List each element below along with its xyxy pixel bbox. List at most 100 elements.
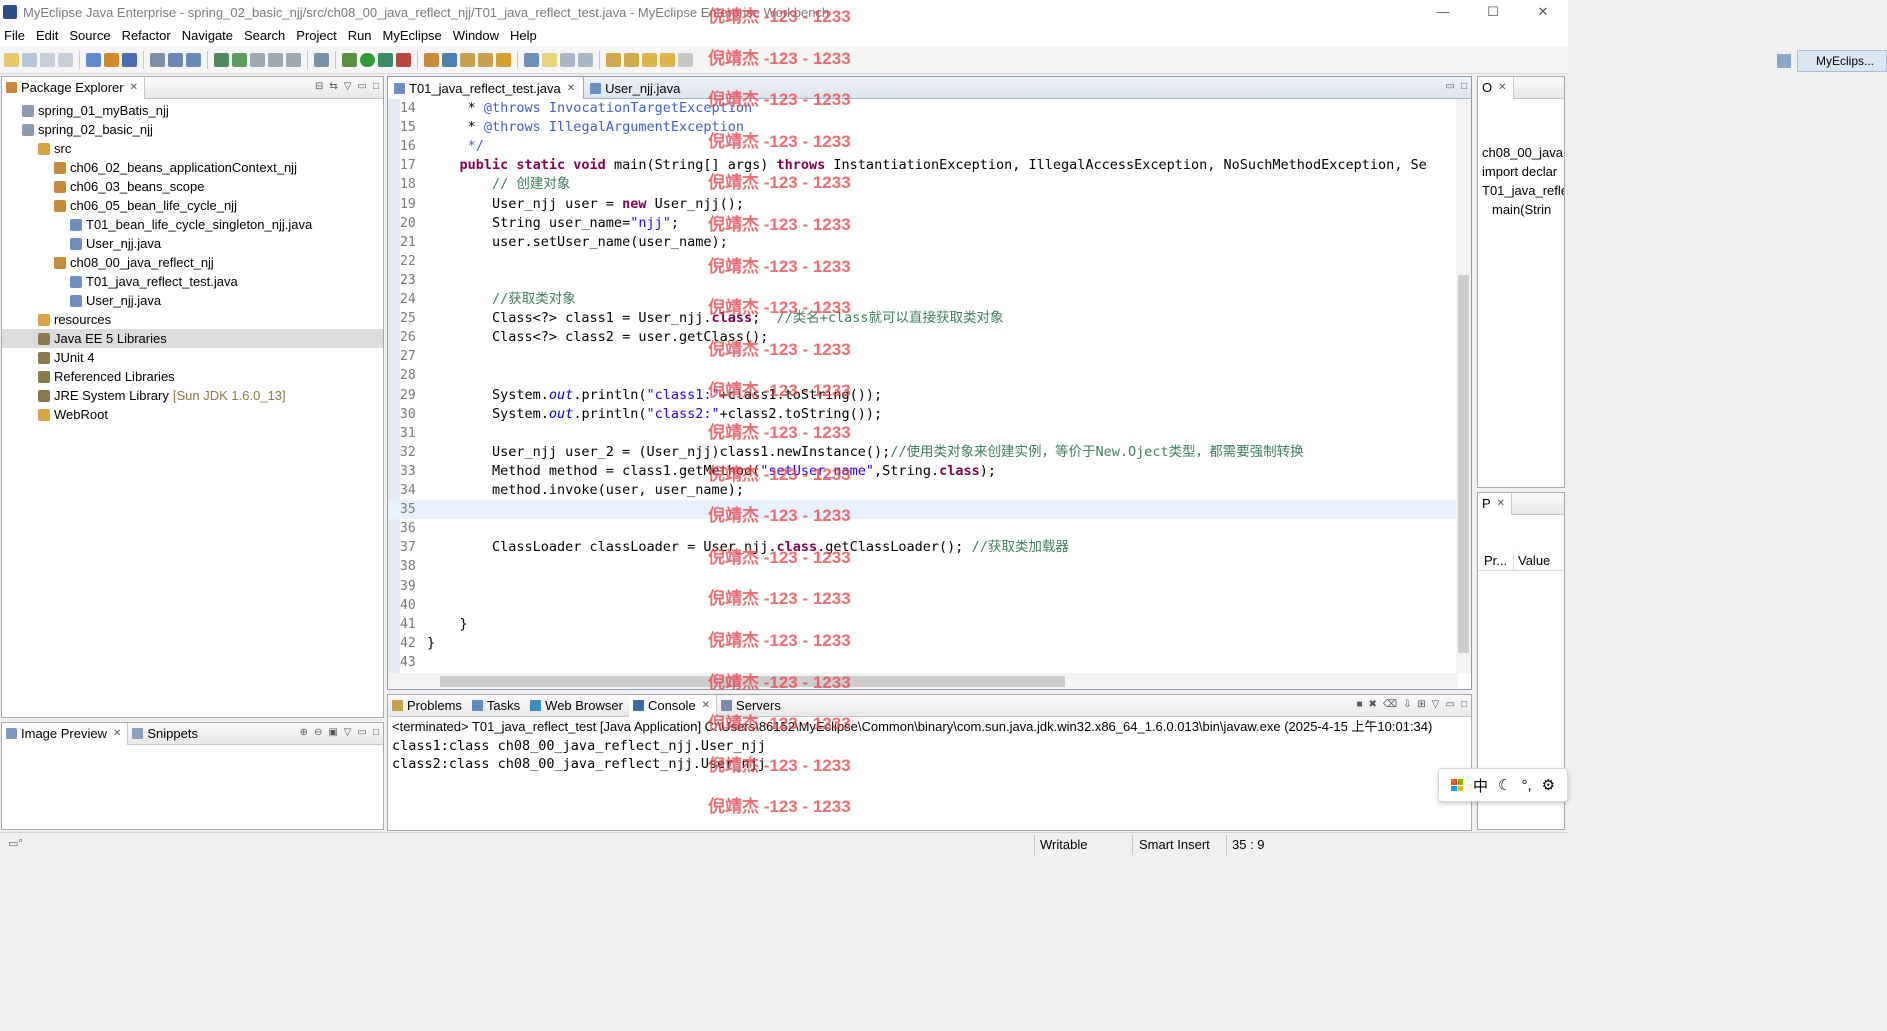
code-line[interactable]: 22 xyxy=(388,252,1458,271)
tree-item[interactable]: JRE System Library [Sun JDK 1.6.0_13] xyxy=(2,386,383,405)
open-project-icon[interactable] xyxy=(496,52,511,67)
tree-item[interactable]: JUnit 4 xyxy=(2,348,383,367)
maximize-button[interactable]: ☐ xyxy=(1468,0,1518,24)
code-line[interactable]: 24 //获取类对象 xyxy=(388,290,1458,309)
build-icon[interactable] xyxy=(250,52,265,67)
menu-edit[interactable]: Edit xyxy=(34,28,65,43)
scroll-thumb[interactable] xyxy=(1458,275,1469,653)
zoom-in-icon[interactable]: ⊕ xyxy=(300,727,308,738)
code-line[interactable]: 29 System.out.println("class1:"+class1.t… xyxy=(388,386,1458,405)
refresh-icon[interactable] xyxy=(286,52,301,67)
clear-console-icon[interactable]: ⌫ xyxy=(1383,699,1397,710)
code-line[interactable]: 32 User_njj user_2 = (User_njj)class1.ne… xyxy=(388,443,1458,462)
code-line[interactable]: 33 Method method = class1.getMethod("set… xyxy=(388,462,1458,481)
tree-item[interactable]: Java EE 5 Libraries xyxy=(2,329,383,348)
maximize-view-icon[interactable]: □ xyxy=(1461,699,1467,710)
ime-settings-icon[interactable]: ⚙ xyxy=(1542,776,1555,794)
code-line[interactable]: 14 * @throws InvocationTargetException xyxy=(388,99,1458,118)
debug-icon[interactable] xyxy=(342,52,357,67)
tree-item[interactable]: ch06_02_beans_applicationContext_njj xyxy=(2,158,383,177)
ime-punctuation[interactable]: °, xyxy=(1521,777,1531,794)
tree-item[interactable]: resources xyxy=(2,310,383,329)
code-line[interactable]: 39 xyxy=(388,577,1458,596)
open-type-icon[interactable] xyxy=(214,52,229,67)
back-icon[interactable] xyxy=(660,52,675,67)
tree-item[interactable]: ch06_03_beans_scope xyxy=(2,177,383,196)
tab-package-explorer[interactable]: Package Explorer ✕ xyxy=(2,76,146,99)
view-menu-icon[interactable]: ▽ xyxy=(344,727,352,738)
tab-t01-java-reflect-test[interactable]: T01_java_reflect_test.java ✕ xyxy=(388,77,585,99)
block-selection-icon[interactable] xyxy=(560,52,575,67)
moon-icon[interactable]: ☾ xyxy=(1498,776,1511,794)
scroll-thumb[interactable] xyxy=(440,676,1065,687)
fit-icon[interactable]: ▣ xyxy=(328,727,337,738)
open-folder-icon[interactable] xyxy=(478,52,493,67)
tab-snippets[interactable]: Snippets xyxy=(128,723,204,745)
menu-search[interactable]: Search xyxy=(242,28,292,43)
save-all-icon[interactable] xyxy=(40,52,55,67)
view-menu-icon[interactable]: ▽ xyxy=(1432,699,1440,710)
next-annotation-icon[interactable] xyxy=(606,52,621,67)
close-icon[interactable]: ✕ xyxy=(702,700,710,711)
new-project-icon[interactable] xyxy=(86,52,101,67)
link-editor-icon[interactable]: ⇆ xyxy=(329,81,337,92)
code-line[interactable]: 21 user.setUser_name(user_name); xyxy=(388,233,1458,252)
tab-servers[interactable]: Servers xyxy=(717,695,787,717)
tab-properties[interactable]: P ✕ xyxy=(1478,492,1513,515)
new-package-icon[interactable] xyxy=(442,52,457,67)
menu-refactor[interactable]: Refactor xyxy=(120,28,178,43)
view-menu-icon[interactable]: ▽ xyxy=(344,81,352,92)
code-line[interactable]: 18 // 创建对象 xyxy=(388,175,1458,194)
minimize-button[interactable]: — xyxy=(1418,0,1468,24)
remove-launch-icon[interactable]: ✖ xyxy=(1368,699,1376,710)
console-output[interactable]: class1:class ch08_00_java_reflect_njj.Us… xyxy=(388,737,1471,773)
scroll-lock-icon[interactable]: ⇩ xyxy=(1403,699,1411,710)
ime-toolbar[interactable]: 中 ☾ °, ⚙ xyxy=(1438,768,1568,802)
collapse-all-icon[interactable]: ⊟ xyxy=(315,81,323,92)
new-class-icon[interactable] xyxy=(460,52,475,67)
tree-item[interactable]: ch08_00_java_reflect_njj xyxy=(2,253,383,272)
search-tool-icon[interactable] xyxy=(186,52,201,67)
toggle-mark-occurrences-icon[interactable] xyxy=(524,52,539,67)
code-line[interactable]: 34 method.invoke(user, user_name); xyxy=(388,481,1458,500)
clean-icon[interactable] xyxy=(268,52,283,67)
tab-user-njj[interactable]: User_njj.java xyxy=(584,77,688,99)
db-icon[interactable] xyxy=(150,52,165,67)
outline-item[interactable]: T01_java_refle xyxy=(1478,181,1564,200)
tab-problems[interactable]: Problems xyxy=(388,695,468,717)
menu-project[interactable]: Project xyxy=(294,28,343,43)
tree-item[interactable]: T01_bean_life_cycle_singleton_njj.java xyxy=(2,215,383,234)
tree-item[interactable]: User_njj.java xyxy=(2,291,383,310)
ime-language[interactable]: 中 xyxy=(1473,775,1488,796)
external-tools-icon[interactable] xyxy=(396,52,411,67)
code-line[interactable]: 35 xyxy=(388,500,1458,520)
code-line[interactable]: 36 xyxy=(388,519,1458,538)
tree-item[interactable]: User_njj.java xyxy=(2,234,383,253)
close-icon[interactable]: ✕ xyxy=(1497,498,1505,509)
new-java-project-icon[interactable] xyxy=(424,52,439,67)
tree-item[interactable]: src xyxy=(2,139,383,158)
code-line[interactable]: 27 xyxy=(388,347,1458,366)
zoom-out-icon[interactable]: ⊖ xyxy=(314,727,322,738)
maximize-view-icon[interactable]: □ xyxy=(1461,81,1467,92)
tree-item[interactable]: T01_java_reflect_test.java xyxy=(2,272,383,291)
menu-run[interactable]: Run xyxy=(346,28,379,43)
tree-item[interactable]: spring_02_basic_njj xyxy=(2,120,383,139)
minimize-view-icon[interactable]: ▭ xyxy=(1446,699,1455,710)
tree-item[interactable]: Referenced Libraries xyxy=(2,367,383,386)
code-line[interactable]: 26 Class<?> class2 = user.getClass(); xyxy=(388,328,1458,347)
prev-annotation-icon[interactable] xyxy=(624,52,639,67)
tree-item[interactable]: spring_01_myBatis_njj xyxy=(2,101,383,120)
code-line[interactable]: 23 xyxy=(388,271,1458,290)
wizard-icon[interactable] xyxy=(168,52,183,67)
close-window-button[interactable]: ✕ xyxy=(1518,0,1568,24)
show-whitespace-icon[interactable] xyxy=(578,52,593,67)
code-line[interactable]: 17 public static void main(String[] args… xyxy=(388,156,1458,175)
column-property[interactable]: Pr... xyxy=(1478,551,1514,570)
tab-outline[interactable]: O ✕ xyxy=(1478,76,1514,99)
server-icon[interactable] xyxy=(122,52,137,67)
tab-console[interactable]: Console ✕ xyxy=(628,694,718,717)
editor-horizontal-scrollbar[interactable] xyxy=(388,673,1458,689)
new-icon[interactable] xyxy=(4,52,19,67)
tree-item[interactable]: WebRoot xyxy=(2,405,383,424)
